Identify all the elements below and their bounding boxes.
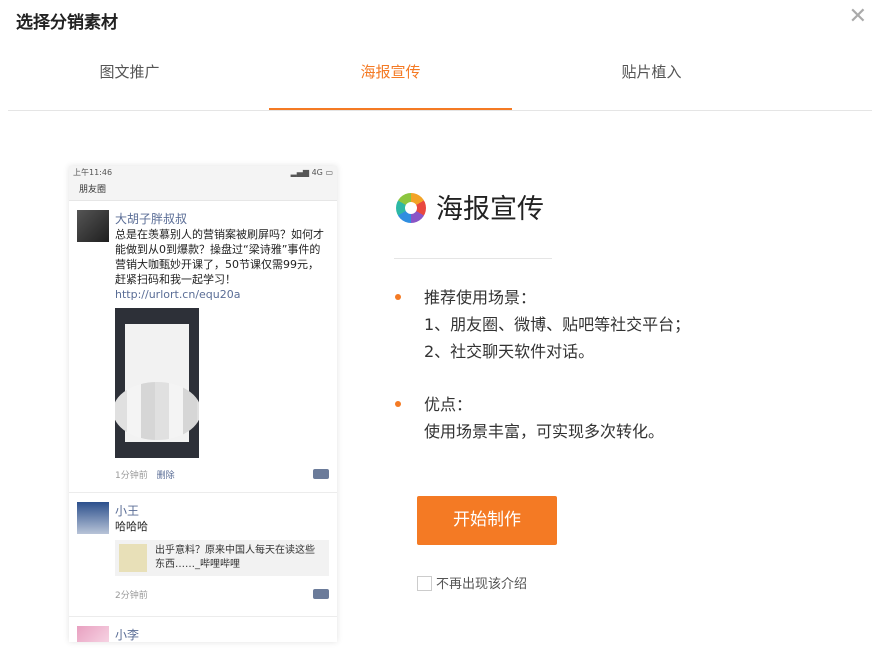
- share-thumbnail: [119, 544, 147, 572]
- post-content: 小李: [115, 626, 329, 642]
- intro-title: 海报宣传: [436, 194, 544, 225]
- post-time: 2分钟前: [115, 591, 148, 601]
- post-text: 总是在羡慕别人的营销案被刷屏吗？如何才能做到从0到爆款？操盘过“梁诗雅”事件的营…: [115, 227, 329, 302]
- post-body: 总是在羡慕别人的营销案被刷屏吗？如何才能做到从0到爆款？操盘过“梁诗雅”事件的营…: [115, 228, 324, 286]
- start-button[interactable]: 开始制作: [417, 496, 557, 545]
- intro-divider: [394, 258, 552, 259]
- post-content: 小王 哈哈哈 出乎意料？原来中国人每天在读这些东西……_哔哩哔哩 2分钟前: [115, 502, 329, 601]
- battery-icon: ▭: [325, 168, 333, 177]
- phone-status-bar: 上午11:46 ▂▄▆ 4G ▭: [69, 166, 337, 180]
- phone-preview: 上午11:46 ▂▄▆ 4G ▭ 朋友圈 大胡子胖叔叔 总是在羡慕别人的营销案被…: [69, 166, 337, 642]
- post-meta: 2分钟前: [115, 588, 329, 601]
- dialog-title: 选择分销素材: [16, 13, 118, 33]
- tab-bar: 图文推广 海报宣传 贴片植入: [8, 48, 872, 111]
- network-label: 4G: [311, 168, 323, 177]
- post-time: 1分钟前: [115, 471, 148, 481]
- poster-image: [115, 308, 199, 458]
- qr-blur-overlay: [115, 382, 199, 440]
- post-divider: [69, 492, 337, 493]
- dont-show-checkbox[interactable]: [417, 576, 432, 591]
- bullet-dot: [395, 294, 401, 300]
- moment-post: 大胡子胖叔叔 总是在羡慕别人的营销案被刷屏吗？如何才能做到从0到爆款？操盘过“梁…: [77, 210, 329, 490]
- tab-poster[interactable]: 海报宣传: [269, 48, 512, 110]
- post-content: 大胡子胖叔叔 总是在羡慕别人的营销案被刷屏吗？如何才能做到从0到爆款？操盘过“梁…: [115, 210, 329, 481]
- post-username: 大胡子胖叔叔: [115, 212, 188, 226]
- post-link: http://urlort.cn/equ20a: [115, 288, 241, 301]
- post-username: 小李: [115, 628, 140, 642]
- scenario-item: 2、社交聊天软件对话。: [424, 342, 595, 361]
- post-delete: 删除: [156, 471, 175, 481]
- signal-icon: ▂▄▆: [290, 168, 310, 177]
- moment-post: 小李: [77, 626, 329, 642]
- scenario-heading: 推荐使用场景：: [424, 288, 537, 307]
- bullet-dot: [395, 401, 401, 407]
- share-text: 出乎意料？原来中国人每天在读这些东西……_哔哩哔哩: [155, 545, 315, 570]
- shared-link-card: 出乎意料？原来中国人每天在读这些东西……_哔哩哔哩: [115, 540, 329, 576]
- scenario-item: 1、朋友圈、微博、贴吧等社交平台；: [424, 315, 691, 334]
- advantage-text: 使用场景丰富，可实现多次转化。: [424, 422, 665, 441]
- comment-icon: [313, 469, 329, 479]
- post-divider: [69, 616, 337, 617]
- poster-aperture-icon: [396, 193, 426, 223]
- avatar: [77, 626, 109, 642]
- comment-icon: [313, 589, 329, 599]
- avatar: [77, 502, 109, 534]
- tab-image-text[interactable]: 图文推广: [8, 48, 251, 109]
- dont-show-label[interactable]: 不再出现该介绍: [436, 573, 527, 592]
- advantage-heading: 优点：: [424, 395, 473, 414]
- tab-patch[interactable]: 贴片植入: [530, 48, 773, 109]
- phone-page-title: 朋友圈: [69, 180, 337, 201]
- post-username: 小王: [115, 504, 140, 518]
- phone-time: 上午11:46: [73, 168, 113, 177]
- close-icon[interactable]: ✕: [849, 6, 867, 28]
- moment-post: 小王 哈哈哈 出乎意料？原来中国人每天在读这些东西……_哔哩哔哩 2分钟前: [77, 502, 329, 606]
- post-text: 哈哈哈: [115, 520, 148, 533]
- phone-signal: ▂▄▆ 4G ▭: [291, 166, 333, 180]
- avatar: [77, 210, 109, 242]
- post-meta: 1分钟前 删除: [115, 468, 329, 481]
